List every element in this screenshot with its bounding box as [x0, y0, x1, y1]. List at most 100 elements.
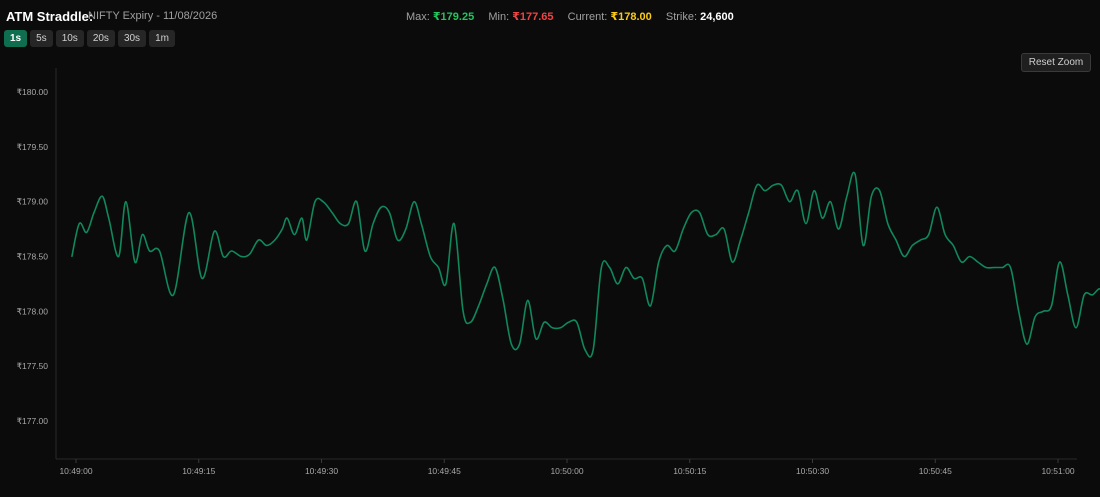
x-tick-label: 10:49:15	[182, 466, 215, 476]
data-point	[870, 195, 873, 197]
data-point	[372, 223, 374, 225]
data-point	[213, 230, 215, 232]
data-point	[1026, 343, 1028, 345]
data-point	[911, 244, 913, 247]
data-point	[977, 261, 979, 263]
data-point	[230, 250, 233, 252]
data-point	[813, 190, 815, 192]
data-point	[707, 234, 709, 236]
data-point	[437, 266, 440, 269]
data-point	[674, 250, 676, 252]
data-point	[101, 195, 103, 197]
data-point	[356, 201, 358, 203]
x-tick-label: 10:50:15	[673, 466, 706, 476]
y-tick-label: ₹179.00	[17, 197, 49, 207]
data-point	[1001, 266, 1004, 269]
x-tick-label: 10:49:45	[428, 466, 461, 476]
data-point	[486, 283, 488, 285]
data-point	[118, 255, 120, 258]
data-point	[658, 261, 660, 263]
data-point	[286, 217, 288, 219]
data-point	[445, 283, 447, 285]
data-point	[952, 244, 954, 247]
data-point	[405, 228, 407, 230]
data-point	[397, 239, 399, 241]
data-point	[690, 212, 693, 214]
data-point	[1034, 316, 1036, 318]
y-tick-label: ₹180.00	[17, 87, 49, 97]
data-point	[666, 244, 668, 247]
data-point	[469, 321, 471, 323]
data-point	[518, 343, 521, 345]
y-tick-label: ₹177.50	[17, 361, 49, 371]
data-point	[960, 261, 963, 263]
data-point	[1075, 327, 1077, 329]
data-point	[93, 212, 95, 214]
data-point	[731, 261, 733, 263]
y-axis-ticks: ₹177.00 ₹177.50 ₹178.00 ₹178.50 ₹179.00 ₹179.…	[17, 87, 49, 426]
data-point	[248, 253, 251, 255]
x-tick-label: 10:51:00	[1041, 466, 1074, 476]
data-point	[86, 231, 88, 233]
x-tick-label: 10:50:00	[550, 466, 583, 476]
data-point	[641, 277, 643, 279]
data-point	[756, 184, 758, 186]
straddle-price-line	[71, 171, 1100, 358]
data-point	[543, 321, 545, 323]
data-point	[510, 343, 512, 345]
data-point	[797, 190, 799, 192]
data-point	[633, 277, 635, 279]
data-point	[462, 310, 464, 312]
data-point	[347, 223, 350, 225]
data-point	[739, 239, 742, 241]
data-point	[609, 266, 611, 269]
data-point	[339, 223, 341, 225]
line-chart[interactable]: ₹177.00 ₹177.50 ₹178.00 ₹178.50 ₹179.00 ₹179.…	[0, 0, 1100, 497]
data-point	[1050, 305, 1053, 307]
data-point	[789, 201, 791, 203]
x-tick-label: 10:50:30	[796, 466, 829, 476]
data-point	[600, 266, 603, 269]
data-point	[535, 338, 537, 340]
data-point	[388, 212, 390, 214]
x-tick-label: 10:50:45	[919, 466, 952, 476]
data-point	[413, 201, 415, 203]
data-point	[125, 201, 127, 203]
y-tick-label: ₹179.50	[17, 142, 49, 152]
data-point	[649, 305, 652, 307]
data-point	[985, 266, 987, 269]
data-point	[266, 244, 268, 247]
data-point	[240, 255, 242, 258]
data-point	[682, 228, 684, 230]
data-point	[969, 255, 971, 258]
data-point	[322, 201, 324, 203]
data-point	[222, 255, 224, 258]
data-point	[584, 349, 586, 351]
data-point	[625, 266, 627, 269]
data-point	[879, 190, 881, 192]
data-point	[1018, 310, 1020, 312]
data-point	[274, 239, 276, 241]
data-point	[936, 206, 938, 208]
data-point	[420, 223, 422, 225]
data-point	[617, 283, 619, 285]
data-point	[559, 327, 562, 329]
data-point	[919, 239, 922, 241]
data-point	[141, 234, 143, 236]
data-point	[568, 321, 570, 323]
data-point	[502, 299, 504, 301]
data-point	[748, 212, 750, 214]
data-point	[862, 244, 864, 247]
data-point	[551, 327, 553, 329]
data-point	[715, 234, 717, 236]
data-point	[478, 305, 480, 307]
data-point	[331, 212, 333, 214]
data-point	[494, 266, 496, 269]
data-point	[158, 250, 161, 252]
data-point	[201, 277, 203, 279]
data-point	[453, 223, 455, 225]
data-point	[764, 190, 766, 192]
data-point	[78, 223, 80, 225]
data-point	[149, 250, 151, 252]
data-point	[188, 212, 190, 214]
